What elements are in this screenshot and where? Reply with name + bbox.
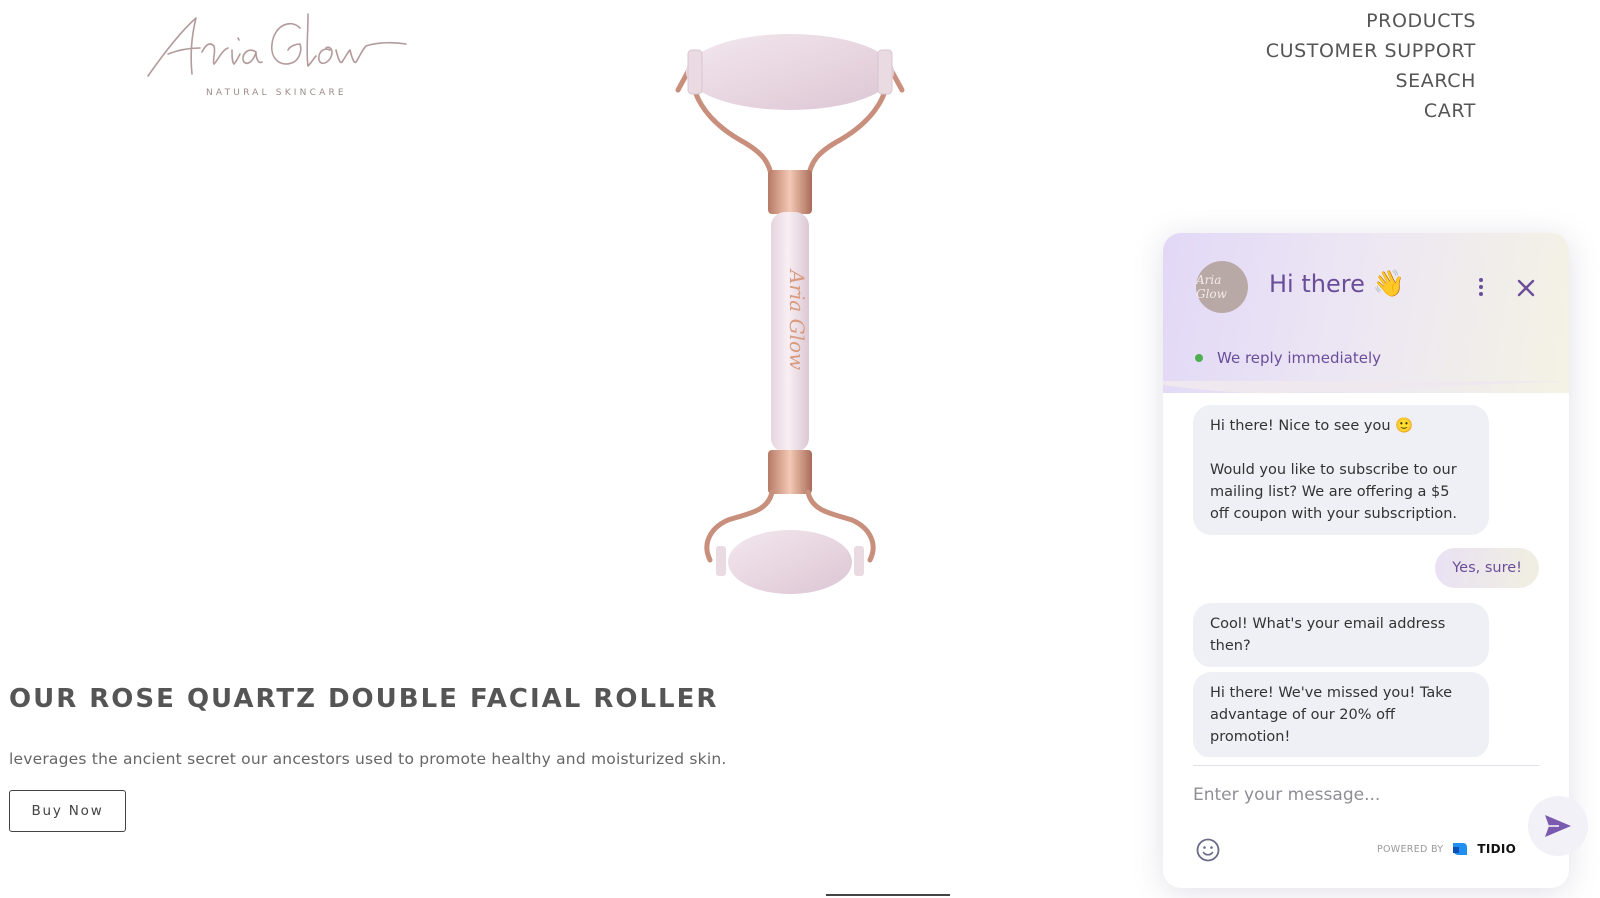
product-engraving: Aria Glow: [785, 268, 809, 370]
chat-header: [1163, 233, 1569, 393]
waving-hand-icon: 👋: [1372, 269, 1406, 299]
nav-item-products[interactable]: PRODUCTS: [1266, 6, 1476, 36]
nav-item-customer-support[interactable]: CUSTOMER SUPPORT: [1266, 36, 1476, 66]
chat-widget: Aria Glow Hi there 👋 We reply immediatel…: [1163, 233, 1569, 888]
send-icon[interactable]: [1528, 796, 1588, 856]
nav-item-search[interactable]: SEARCH: [1266, 66, 1476, 96]
bot-message: Cool! What's your email address then?: [1193, 603, 1489, 667]
tidio-brand: TIDIO: [1477, 842, 1517, 856]
brand-logo[interactable]: NATURAL SKINCARE: [140, 4, 420, 100]
bot-message: Hi there! We've missed you! Take advanta…: [1193, 672, 1489, 757]
online-status-dot: [1195, 354, 1203, 362]
brand-tagline: NATURAL SKINCARE: [206, 88, 347, 98]
logo-script: [147, 13, 407, 77]
powered-by-label: POWERED BY: [1377, 843, 1444, 855]
chat-messages[interactable]: Hi there! Nice to see you 🙂 Would you li…: [1163, 405, 1569, 757]
user-message: Yes, sure!: [1435, 548, 1539, 588]
chat-status-text: We reply immediately: [1217, 349, 1382, 367]
product-title: OUR ROSE QUARTZ DOUBLE FACIAL ROLLER: [9, 684, 719, 714]
chat-message-input[interactable]: [1193, 780, 1493, 810]
chat-input-divider: [1193, 765, 1539, 766]
tidio-logo-icon: [1453, 843, 1468, 855]
chat-status: We reply immediately: [1195, 349, 1381, 367]
chat-title-text: Hi there: [1269, 270, 1365, 298]
product-image: Aria Glow: [650, 20, 930, 600]
chat-title: Hi there 👋: [1269, 269, 1405, 299]
avatar: Aria Glow: [1196, 261, 1248, 313]
more-vertical-icon[interactable]: [1471, 275, 1491, 301]
page-divider: [826, 894, 950, 896]
close-icon[interactable]: [1513, 275, 1539, 301]
powered-by-tidio[interactable]: POWERED BY TIDIO: [1377, 841, 1516, 857]
bot-message: Hi there! Nice to see you 🙂 Would you li…: [1193, 405, 1489, 535]
message-line: Hi there! Nice to see you 🙂: [1210, 418, 1414, 434]
emoji-icon[interactable]: [1195, 837, 1221, 863]
main-nav: PRODUCTS CUSTOMER SUPPORT SEARCH CART: [1266, 6, 1476, 126]
buy-now-button[interactable]: Buy Now: [9, 790, 126, 832]
message-line: Would you like to subscribe to our maili…: [1210, 462, 1458, 522]
product-description: leverages the ancient secret our ancesto…: [9, 750, 727, 768]
nav-item-cart[interactable]: CART: [1266, 96, 1476, 126]
